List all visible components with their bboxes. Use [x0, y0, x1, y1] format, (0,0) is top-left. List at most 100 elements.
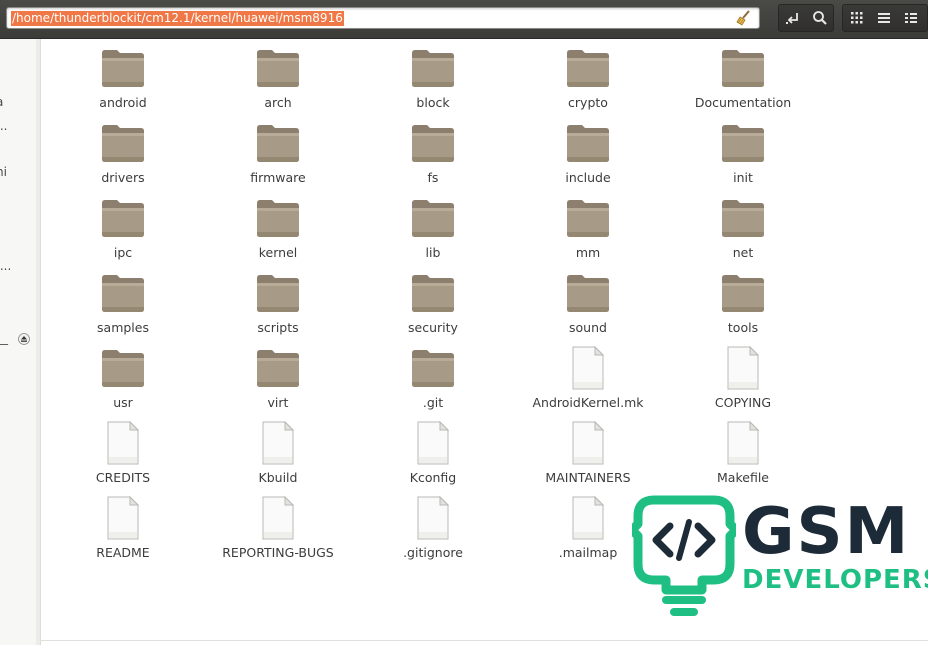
logo-subtitle: DEVELOPERS [742, 565, 928, 595]
item-label: MAINTAINERS [545, 470, 631, 485]
folder-item[interactable]: scripts [213, 269, 343, 343]
file-icon [262, 420, 295, 465]
icon-view-button[interactable] [843, 4, 871, 32]
file-item[interactable]: Makefile [678, 419, 808, 493]
folder-icon [567, 200, 609, 237]
sidebar-item-label[interactable]: __ [0, 331, 8, 345]
file-item[interactable]: .gitignore [368, 494, 498, 568]
folder-item[interactable]: arch [213, 44, 343, 118]
search-icon [813, 11, 827, 25]
folder-item[interactable]: security [368, 269, 498, 343]
folder-item[interactable]: .git [368, 344, 498, 418]
item-label: ipc [113, 245, 133, 260]
folder-item[interactable]: lib [368, 194, 498, 268]
folder-item[interactable]: include [523, 119, 653, 193]
lightbulb-code-icon [632, 495, 736, 616]
item-label: Kbuild [258, 470, 298, 485]
folder-item[interactable]: mm [523, 194, 653, 268]
file-item[interactable]: AndroidKernel.mk [523, 344, 653, 418]
sidebar-item-label[interactable]: a [0, 95, 3, 109]
item-label: net [732, 245, 754, 260]
folder-icon [412, 275, 454, 312]
folder-icon [412, 200, 454, 237]
file-icon [417, 420, 450, 465]
item-label: usr [113, 395, 133, 410]
eject-icon[interactable] [18, 333, 30, 345]
menu-button[interactable] [897, 4, 925, 32]
folder-icon [412, 350, 454, 387]
folder-icon [257, 275, 299, 312]
file-item[interactable]: COPYING [678, 344, 808, 418]
folder-item[interactable]: fs [368, 119, 498, 193]
item-label: README [96, 545, 150, 560]
file-icon [417, 495, 450, 540]
folder-item[interactable]: android [58, 44, 188, 118]
folder-item[interactable]: net [678, 194, 808, 268]
folder-item[interactable]: sound [523, 269, 653, 343]
folder-icon [102, 200, 144, 237]
sidebar-divider[interactable] [36, 39, 41, 645]
item-label: virt [267, 395, 289, 410]
search-button[interactable] [806, 4, 834, 32]
item-label: drivers [101, 170, 145, 185]
item-label: fs [427, 170, 439, 185]
folder-icon [722, 125, 764, 162]
item-label: kernel [258, 245, 298, 260]
folder-icon [102, 350, 144, 387]
folder-item[interactable]: virt [213, 344, 343, 418]
file-icon [262, 495, 295, 540]
go-to-parent-button[interactable] [779, 4, 807, 32]
folder-icon [412, 125, 454, 162]
folder-icon [257, 50, 299, 87]
menu-icon [905, 13, 917, 23]
folder-icon [102, 50, 144, 87]
clear-broom-icon[interactable] [735, 9, 753, 27]
folder-item[interactable]: kernel [213, 194, 343, 268]
item-label: lib [425, 245, 441, 260]
file-icon [727, 420, 760, 465]
item-label: android [99, 95, 147, 110]
folder-icon [412, 50, 454, 87]
folder-item[interactable]: usr [58, 344, 188, 418]
item-label: block [416, 95, 450, 110]
sidebar-item-label[interactable]: ni [0, 165, 7, 179]
folder-item[interactable]: firmware [213, 119, 343, 193]
location-bar[interactable]: /home/thunderblockit/cm12.1/kernel/huawe… [6, 7, 760, 29]
item-label: sound [569, 320, 607, 335]
folder-item[interactable]: init [678, 119, 808, 193]
item-label: .mailmap [558, 545, 618, 560]
item-label: arch [264, 95, 292, 110]
file-item[interactable]: Kconfig [368, 419, 498, 493]
file-item[interactable]: MAINTAINERS [523, 419, 653, 493]
folder-item[interactable]: block [368, 44, 498, 118]
folder-item[interactable]: crypto [523, 44, 653, 118]
sidebar-item-label[interactable]: .... [0, 259, 11, 273]
item-label: REPORTING-BUGS [222, 545, 334, 560]
item-label: init [733, 170, 753, 185]
sidebar-item-label[interactable]: ... [0, 119, 7, 133]
folder-icon [257, 350, 299, 387]
statusbar-divider [40, 640, 928, 641]
list-view-button[interactable] [870, 4, 898, 32]
folder-icon [102, 275, 144, 312]
folder-item[interactable]: samples [58, 269, 188, 343]
sidebar: a ... ni i .... __ [0, 39, 37, 645]
folder-item[interactable]: drivers [58, 119, 188, 193]
folder-item[interactable]: Documentation [678, 44, 808, 118]
item-label: Documentation [694, 95, 792, 110]
folder-item[interactable]: ipc [58, 194, 188, 268]
file-item[interactable]: README [58, 494, 188, 568]
folder-icon [722, 275, 764, 312]
file-icon [727, 345, 760, 390]
toolbar: /home/thunderblockit/cm12.1/kernel/huawe… [0, 0, 928, 39]
file-item[interactable]: Kbuild [213, 419, 343, 493]
item-label: mm [575, 245, 601, 260]
file-icon [572, 420, 605, 465]
item-label: include [565, 170, 611, 185]
file-item[interactable]: REPORTING-BUGS [213, 494, 343, 568]
folder-icon [567, 125, 609, 162]
folder-icon [257, 200, 299, 237]
folder-item[interactable]: tools [678, 269, 808, 343]
location-path[interactable]: /home/thunderblockit/cm12.1/kernel/huawe… [11, 11, 344, 26]
file-item[interactable]: CREDITS [58, 419, 188, 493]
